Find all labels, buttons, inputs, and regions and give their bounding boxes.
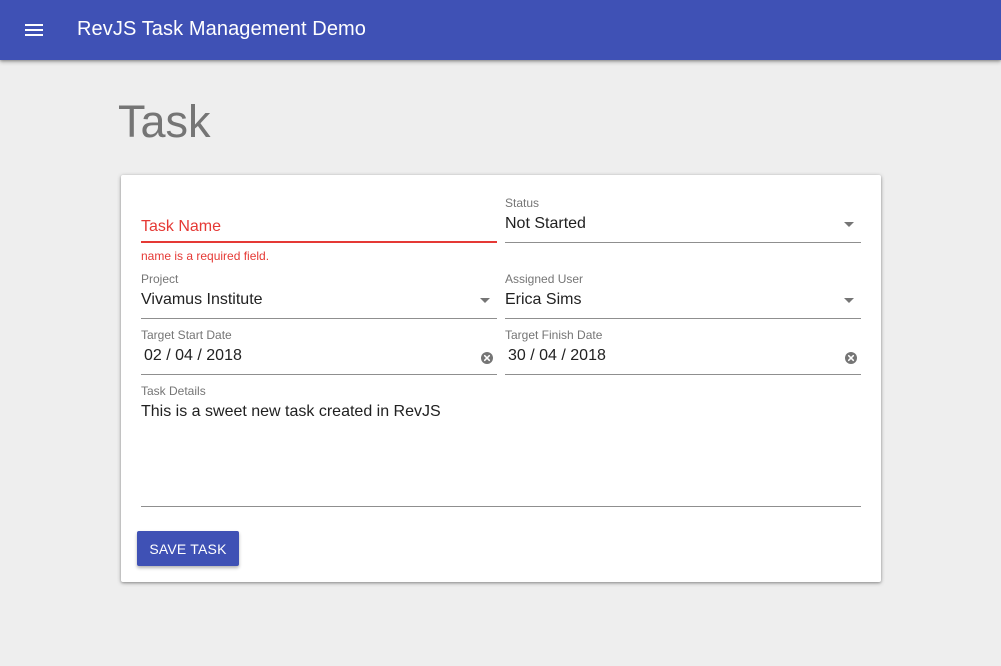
- task-form-card: Task Name name is a required field. Stat…: [121, 175, 881, 582]
- save-task-button[interactable]: SAVE TASK: [137, 531, 239, 566]
- target-finish-date-label: Target Finish Date: [505, 328, 603, 342]
- task-details-underline: [141, 506, 861, 507]
- task-details-value[interactable]: This is a sweet new task created in RevJ…: [141, 401, 441, 423]
- project-dropdown-arrow-icon[interactable]: [480, 298, 490, 303]
- task-name-label: Task Name: [141, 218, 222, 235]
- status-value: Not Started: [505, 215, 586, 232]
- status-label: Status: [505, 196, 540, 210]
- assigned-user-dropdown-arrow-icon[interactable]: [844, 298, 854, 303]
- task-name-error: name is a required field.: [141, 249, 270, 263]
- target-start-date-underline: [141, 374, 497, 375]
- clear-finish-date-icon[interactable]: [845, 352, 857, 364]
- assigned-user-value: Erica Sims: [505, 291, 582, 308]
- status-underline: [505, 242, 861, 243]
- assigned-user-underline: [505, 318, 861, 319]
- target-finish-date-underline: [505, 374, 861, 375]
- task-name-underline: [141, 241, 497, 243]
- status-select[interactable]: Status Not Started: [505, 195, 861, 243]
- menu-button[interactable]: [16, 12, 52, 48]
- project-select[interactable]: Project Vivamus Institute: [141, 271, 497, 319]
- task-details-textarea[interactable]: Task Details This is a sweet new task cr…: [141, 383, 861, 507]
- menu-icon: [25, 24, 43, 36]
- project-underline: [141, 318, 497, 319]
- assigned-user-label: Assigned User: [505, 272, 584, 286]
- page-title: Task: [118, 96, 211, 147]
- assigned-user-select[interactable]: Assigned User Erica Sims: [505, 271, 861, 319]
- task-name-field[interactable]: Task Name name is a required field.: [141, 175, 497, 270]
- task-details-label: Task Details: [141, 384, 206, 398]
- target-finish-date-field[interactable]: Target Finish Date 30 / 04 / 2018: [505, 327, 861, 375]
- project-value: Vivamus Institute: [141, 291, 263, 308]
- app-bar: RevJS Task Management Demo: [0, 0, 1001, 60]
- target-start-date-label: Target Start Date: [141, 328, 232, 342]
- clear-start-date-icon[interactable]: [481, 352, 493, 364]
- target-start-date-field[interactable]: Target Start Date 02 / 04 / 2018: [141, 327, 497, 375]
- app-title: RevJS Task Management Demo: [77, 18, 367, 40]
- target-finish-date-value[interactable]: 30 / 04 / 2018: [508, 345, 606, 367]
- status-dropdown-arrow-icon[interactable]: [844, 222, 854, 227]
- target-start-date-value[interactable]: 02 / 04 / 2018: [144, 345, 242, 367]
- project-label: Project: [141, 272, 179, 286]
